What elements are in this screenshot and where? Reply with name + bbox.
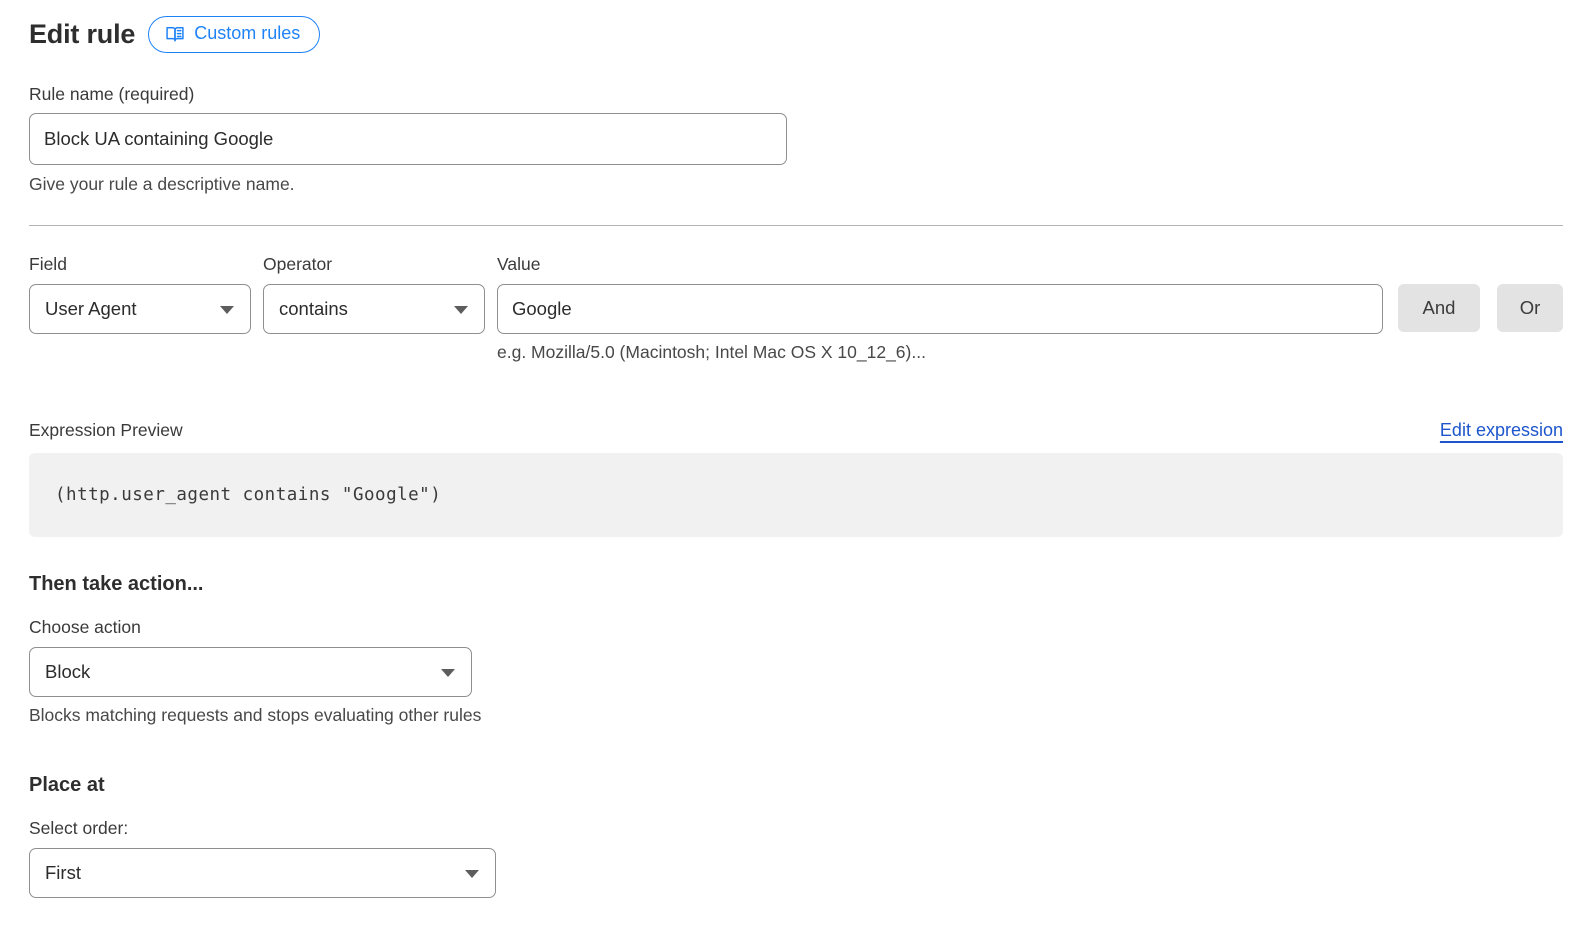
placement-section-heading: Place at bbox=[29, 774, 1563, 797]
value-help: e.g. Mozilla/5.0 (Macintosh; Intel Mac O… bbox=[497, 341, 1383, 363]
value-label: Value bbox=[497, 253, 1383, 275]
operator-select-value: contains bbox=[279, 298, 348, 320]
condition-row: Field User Agent Operator contains Value… bbox=[29, 253, 1563, 363]
operator-label: Operator bbox=[263, 253, 485, 275]
chevron-down-icon bbox=[465, 870, 479, 878]
action-select[interactable]: Block bbox=[29, 647, 472, 697]
custom-rules-button[interactable]: Custom rules bbox=[148, 16, 320, 53]
field-column: Field User Agent bbox=[29, 253, 251, 334]
value-input[interactable] bbox=[497, 284, 1383, 334]
action-select-value: Block bbox=[45, 661, 90, 683]
choose-action-label: Choose action bbox=[29, 616, 1563, 638]
chevron-down-icon bbox=[454, 306, 468, 314]
edit-rule-page: Edit rule Custom rules Rule name (requir… bbox=[0, 0, 1587, 952]
field-select-value: User Agent bbox=[45, 298, 137, 320]
open-book-icon bbox=[165, 24, 185, 44]
value-column: Value e.g. Mozilla/5.0 (Macintosh; Intel… bbox=[497, 253, 1383, 363]
expression-header: Expression Preview Edit expression bbox=[29, 419, 1563, 441]
expression-preview-box: (http.user_agent contains "Google") bbox=[29, 453, 1563, 537]
rule-name-help: Give your rule a descriptive name. bbox=[29, 173, 1563, 195]
section-divider bbox=[29, 225, 1563, 226]
order-select[interactable]: First bbox=[29, 848, 496, 898]
expression-preview-label: Expression Preview bbox=[29, 419, 183, 441]
action-section-heading: Then take action... bbox=[29, 573, 1563, 596]
rule-name-label: Rule name (required) bbox=[29, 84, 194, 104]
custom-rules-label: Custom rules bbox=[194, 23, 300, 45]
page-header: Edit rule Custom rules bbox=[29, 16, 1563, 53]
select-order-label: Select order: bbox=[29, 817, 1563, 839]
or-button[interactable]: Or bbox=[1497, 284, 1563, 332]
operator-select[interactable]: contains bbox=[263, 284, 485, 334]
chevron-down-icon bbox=[220, 306, 234, 314]
action-help: Blocks matching requests and stops evalu… bbox=[29, 704, 1563, 726]
operator-column: Operator contains bbox=[263, 253, 485, 334]
rule-name-input[interactable] bbox=[29, 113, 787, 165]
edit-expression-link[interactable]: Edit expression bbox=[1440, 420, 1563, 441]
field-label: Field bbox=[29, 253, 251, 275]
chevron-down-icon bbox=[441, 669, 455, 677]
order-select-value: First bbox=[45, 862, 81, 884]
page-title: Edit rule bbox=[29, 19, 135, 50]
and-button[interactable]: And bbox=[1398, 284, 1480, 332]
expression-code: (http.user_agent contains "Google") bbox=[55, 485, 441, 505]
field-select[interactable]: User Agent bbox=[29, 284, 251, 334]
